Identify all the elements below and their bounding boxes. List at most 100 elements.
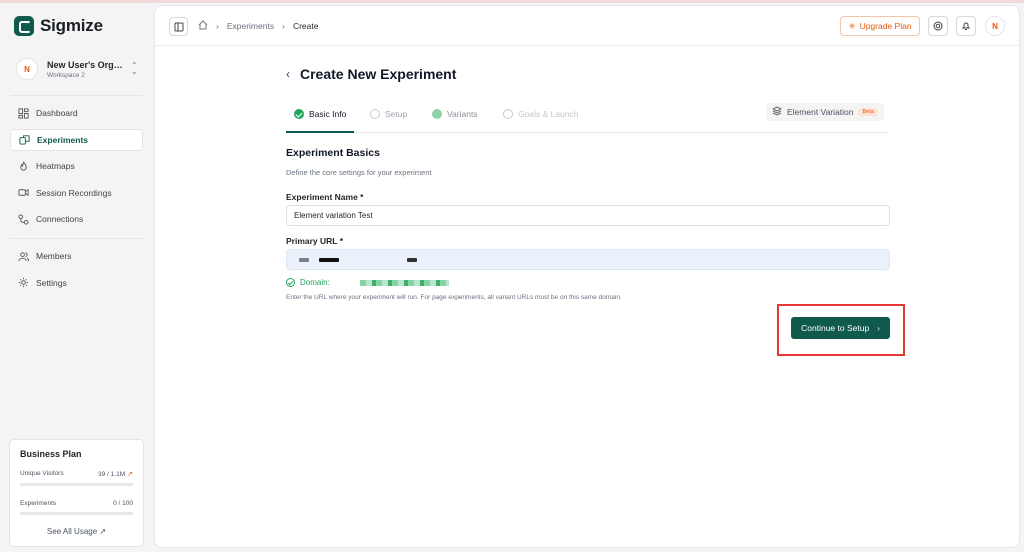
window-top-edge	[0, 0, 1024, 3]
bell-icon	[961, 22, 971, 30]
lifebuoy-icon	[933, 21, 943, 31]
sidebar-item-label: Session Recordings	[36, 187, 112, 198]
back-icon[interactable]: ‹	[286, 67, 290, 81]
section-subtitle: Define the core settings for your experi…	[286, 168, 432, 177]
sidebar: Sigmize N New User's Organ... Workspace …	[0, 3, 153, 552]
element-variation-badge[interactable]: Element Variation Beta	[766, 103, 884, 121]
page-title: Create New Experiment	[300, 66, 457, 82]
layers-icon	[771, 106, 783, 118]
sidebar-item-label: Connections	[36, 214, 84, 225]
sidebar-item-heatmaps[interactable]: Heatmaps	[10, 155, 143, 177]
active-tab-indicator	[286, 131, 354, 133]
domain-label: Domain:	[300, 278, 330, 287]
sidebar-divider	[10, 95, 143, 96]
breadcrumb-separator-icon: ›	[282, 21, 285, 31]
sidebar-item-label: Members	[36, 251, 72, 261]
visitors-progress-bar	[20, 483, 133, 486]
clock-icon	[370, 109, 380, 119]
tab-setup[interactable]: Setup	[370, 109, 407, 119]
experiments-icon	[18, 134, 30, 146]
primary-url-field[interactable]	[286, 249, 890, 270]
org-switcher[interactable]: N New User's Organ... Workspace 2 ⌃ ⌄	[8, 52, 145, 86]
clock-icon	[503, 109, 513, 119]
help-button[interactable]	[928, 16, 948, 36]
tab-goals-launch[interactable]: Goals & Launch	[503, 109, 578, 119]
breadcrumb-create: Create	[292, 21, 319, 31]
continue-to-setup-button[interactable]: Continue to Setup ›	[791, 317, 890, 339]
beta-badge: Beta	[858, 108, 878, 116]
redacted-text	[319, 257, 339, 262]
experiments-usage-label: Experiments	[20, 500, 57, 507]
sigmize-logo-icon	[14, 16, 34, 36]
continue-button-label: Continue to Setup	[801, 323, 870, 333]
tab-label: Setup	[385, 109, 408, 119]
experiment-name-label: Experiment Name *	[286, 192, 364, 202]
experiment-name-value: Element variation Test	[294, 211, 373, 220]
page-header: ‹ Create New Experiment	[286, 66, 456, 82]
experiments-progress-bar	[20, 512, 133, 515]
plan-title: Business Plan	[20, 449, 82, 459]
plan-usage-card: Business Plan Unique Visitors 39 / 1.1M ↗…	[9, 439, 144, 547]
org-name: New User's Organ...	[47, 59, 125, 70]
domain-status: Domain:	[286, 278, 449, 287]
url-helper-text: Enter the URL where your experiment will…	[286, 294, 622, 301]
tab-variants[interactable]: Variants	[432, 109, 478, 119]
sidebar-nav-secondary: Members Settings	[10, 245, 143, 298]
check-circle-icon	[432, 109, 442, 119]
sidebar-item-label: Settings	[36, 277, 67, 288]
see-all-usage-link[interactable]: See All Usage ↗	[20, 527, 133, 536]
visitors-value: 39 / 1.1M	[98, 471, 126, 478]
sidebar-item-label: Dashboard	[36, 108, 78, 118]
redacted-domain	[359, 279, 449, 286]
workspace-name: Workspace 2	[47, 71, 85, 79]
check-circle-icon	[294, 109, 304, 119]
sidebar-item-settings[interactable]: Settings	[10, 272, 143, 294]
redacted-text	[299, 257, 309, 262]
sidebar-nav-primary: Dashboard Experiments Heatmaps Session R…	[10, 102, 143, 235]
breadcrumb-experiments[interactable]: Experiments	[227, 21, 274, 31]
sidebar-item-experiments[interactable]: Experiments	[10, 128, 143, 151]
wizard-steps: Basic Info Setup Variants Goals & Launch…	[286, 103, 889, 133]
element-variation-label: Element Variation	[787, 107, 854, 117]
sidebar-item-members[interactable]: Members	[10, 245, 143, 267]
top-header: › Experiments › Create ✳ Upgrade Plan N	[155, 6, 1019, 46]
sidebar-item-label: Experiments	[37, 134, 89, 145]
breadcrumb-separator-icon: ›	[216, 21, 219, 31]
tab-label: Goals & Launch	[518, 109, 579, 119]
sparkle-icon: ✳	[848, 20, 856, 31]
video-icon	[17, 187, 29, 199]
logo[interactable]: Sigmize	[14, 16, 103, 36]
experiment-name-field[interactable]: Element variation Test	[286, 205, 890, 226]
home-icon[interactable]	[198, 20, 208, 32]
user-avatar[interactable]: N	[985, 16, 1005, 36]
sidebar-divider	[10, 238, 143, 239]
section-title: Experiment Basics	[286, 147, 380, 159]
dashboard-icon	[17, 107, 29, 119]
org-avatar: N	[16, 58, 38, 80]
sidebar-toggle-button[interactable]	[169, 17, 188, 36]
sidebar-item-dashboard[interactable]: Dashboard	[10, 102, 143, 124]
chevron-right-icon: ›	[877, 323, 880, 333]
primary-url-label: Primary URL *	[286, 236, 344, 246]
notifications-button[interactable]	[956, 16, 976, 36]
app-name: Sigmize	[40, 16, 103, 35]
gear-icon	[17, 277, 29, 289]
visitors-label: Unique Visitors	[20, 470, 64, 477]
tab-basic-info[interactable]: Basic Info	[294, 109, 346, 119]
sidebar-item-session-recordings[interactable]: Session Recordings	[10, 182, 143, 204]
panel-icon	[174, 22, 183, 31]
tab-label: Variants	[447, 109, 478, 119]
chevron-up-down-icon: ⌃ ⌄	[131, 61, 138, 76]
upgrade-plan-label: Upgrade Plan	[859, 21, 912, 31]
flame-icon	[17, 160, 29, 172]
check-circle-icon	[286, 278, 295, 287]
main-panel: › Experiments › Create ✳ Upgrade Plan N …	[154, 5, 1020, 548]
redacted-text	[407, 257, 417, 262]
experiments-usage-value: 0 / 100	[113, 500, 133, 507]
sidebar-item-label: Heatmaps	[36, 161, 75, 172]
trend-up-icon: ↗	[127, 471, 133, 478]
tab-label: Basic Info	[309, 109, 347, 119]
members-icon	[17, 250, 29, 262]
sidebar-item-connections[interactable]: Connections	[10, 208, 143, 230]
upgrade-plan-button[interactable]: ✳ Upgrade Plan	[840, 16, 920, 36]
